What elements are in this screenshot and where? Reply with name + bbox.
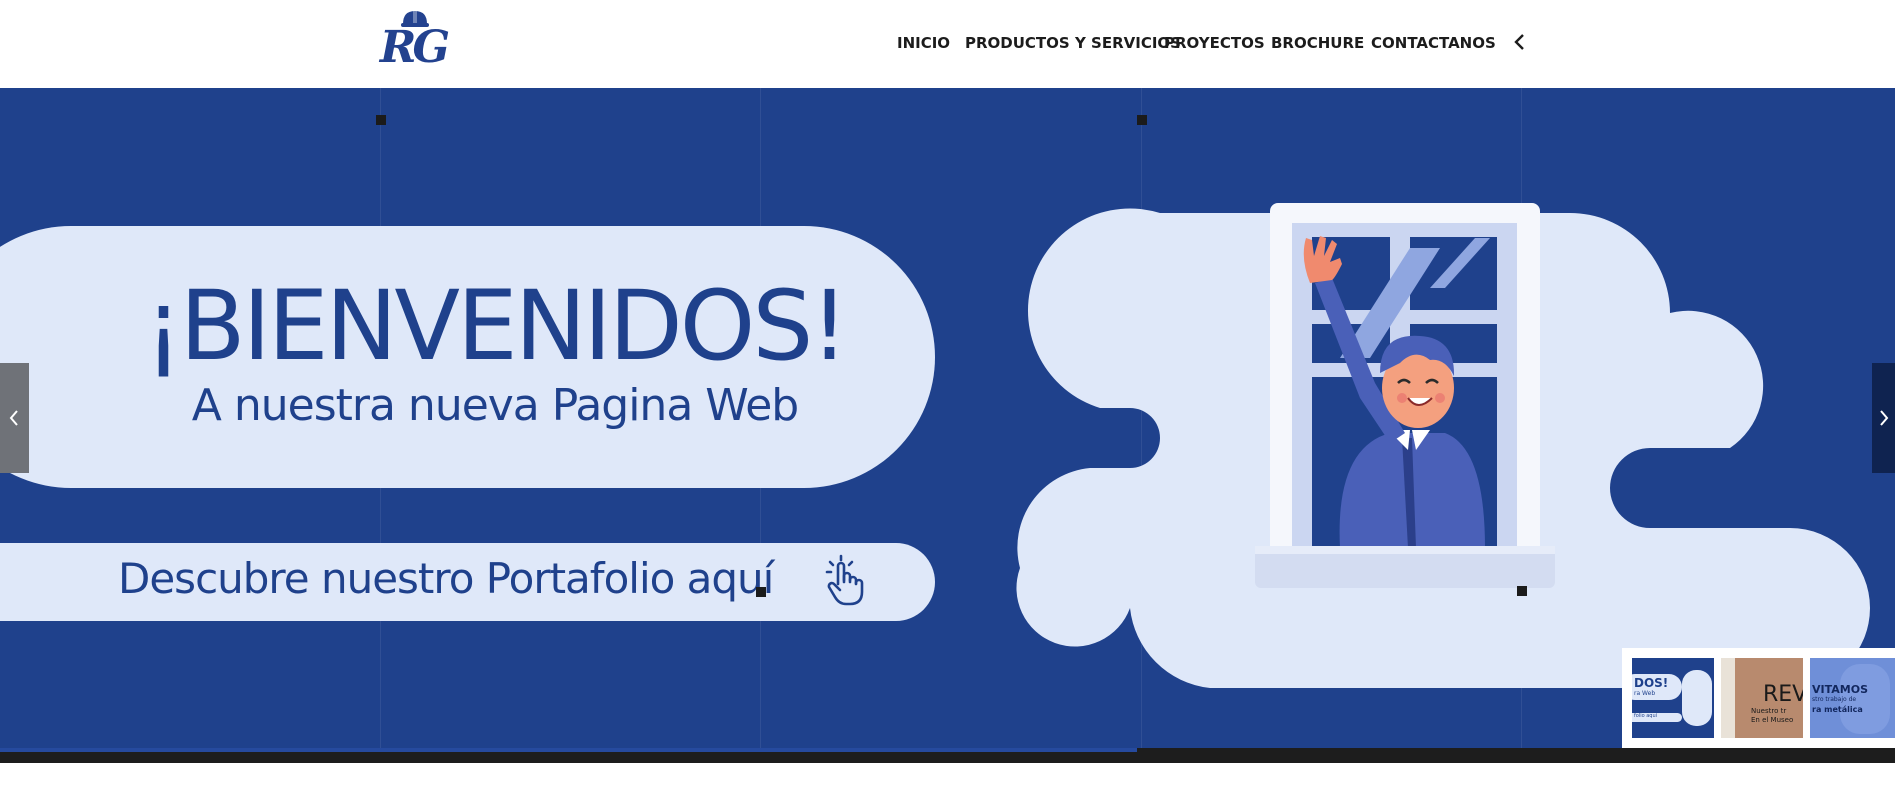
nav-item-proyectos[interactable]: PROYECTOS <box>1164 34 1265 52</box>
slide-headline: ¡BIENVENIDOS! <box>144 270 848 382</box>
man-waving-window-icon <box>1255 203 1555 588</box>
nav-item-inicio[interactable]: INICIO <box>897 34 950 52</box>
chevron-right-icon <box>1880 410 1889 426</box>
thumbnail-wall <box>1721 658 1735 738</box>
nav-item-brochure[interactable]: BROCHURE <box>1271 34 1364 52</box>
slide-thumbnails: DOS! ra Web folio aquí REV Nuestro tr En… <box>1622 648 1895 748</box>
chevron-left-icon <box>9 410 18 426</box>
slide-thumbnail[interactable]: VITAMOS stro trabajo de ra metálica <box>1810 658 1895 738</box>
main-nav: INICIO PRODUCTOS Y SERVICIOS PROYECTOS B… <box>0 0 1895 88</box>
portfolio-cta-label: Descubre nuestro Portafolio aquí <box>118 554 774 603</box>
nav-item-contactanos[interactable]: CONTACTANOS <box>1371 34 1496 52</box>
thumbnail-line: ra metálica <box>1812 705 1863 714</box>
marker-dot <box>1137 115 1147 125</box>
marker-dot <box>376 115 386 125</box>
nav-item-productos-y-servicios[interactable]: PRODUCTOS Y SERVICIOS <box>965 34 1181 52</box>
thumbnail-line: DOS! <box>1634 676 1669 690</box>
slider-prev-button[interactable] <box>0 363 29 473</box>
pointer-hand-icon <box>825 554 864 606</box>
site-header: RG INICIO PRODUCTOS Y SERVICIOS PROYECTO… <box>0 0 1895 88</box>
thumbnail-line: folio aquí <box>1634 713 1658 719</box>
slide-subheadline: A nuestra nueva Pagina Web <box>191 380 799 431</box>
hero-slider: ¡BIENVENIDOS! A nuestra nueva Pagina Web… <box>0 88 1895 748</box>
chevron-left-icon[interactable] <box>1512 32 1528 52</box>
slide-thumbnail[interactable]: REV Nuestro tr En el Museo <box>1721 658 1803 738</box>
slider-next-button[interactable] <box>1872 363 1895 473</box>
marker-dot <box>756 587 766 597</box>
slider-progress-fill <box>0 748 1137 752</box>
thumbnail-line: stro trabajo de <box>1812 696 1857 703</box>
slider-progress-bar <box>0 748 1895 763</box>
slide-thumbnail[interactable]: DOS! ra Web folio aquí <box>1632 658 1714 738</box>
marker-dot <box>1517 586 1527 596</box>
thumbnail-line: REV <box>1763 682 1803 707</box>
thumbnail-line: VITAMOS <box>1812 683 1868 696</box>
thumbnail-line: En el Museo <box>1751 716 1794 724</box>
thumbnail-cloud <box>1682 670 1712 726</box>
thumbnail-line: Nuestro tr <box>1751 707 1787 715</box>
thumbnail-line: ra Web <box>1634 690 1656 697</box>
